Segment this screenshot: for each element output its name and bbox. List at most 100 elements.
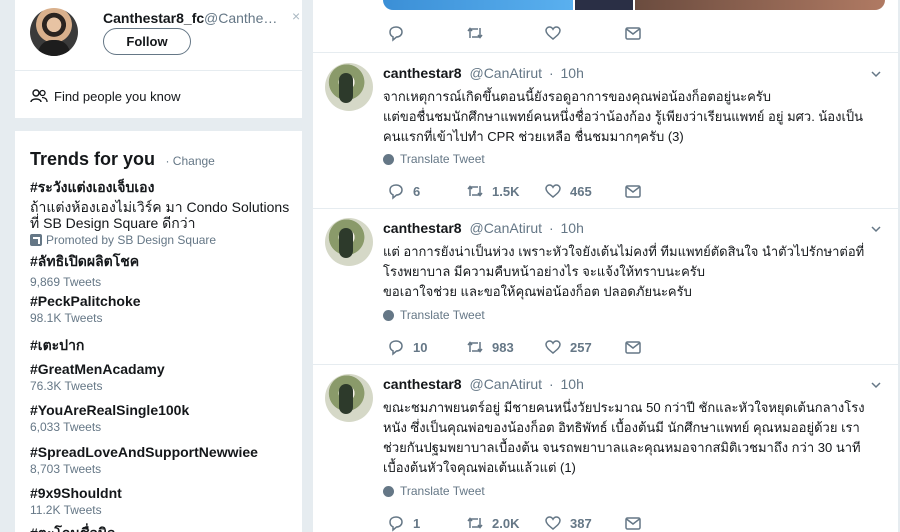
chevron-down-icon[interactable] [871,69,881,79]
people-icon [30,89,48,103]
translate-tweet-link[interactable]: Translate Tweet [383,484,485,498]
promoted-text: Promoted by SB Design Square [46,233,217,247]
tweet-actions: 1 2.0K 387 [383,514,703,532]
retweet-icon [467,27,483,39]
avatar[interactable] [325,63,373,111]
chevron-down-icon[interactable] [871,380,881,390]
tweet-timestamp[interactable]: 10h [561,65,584,81]
follow-button[interactable]: Follow [103,28,191,55]
trend-name: #ตะโกนชื่อนิว [30,523,300,532]
chevron-down-icon[interactable] [871,224,881,234]
like-button[interactable]: 257 [544,338,592,356]
trend-name: #เตะปาก [30,337,85,353]
translate-tweet-link[interactable]: Translate Tweet [383,152,485,166]
trend-name: #9x9Shouldnt [30,485,122,501]
tweet-text-line: เบื้องต้นหัวใจคุณพ่อเต้นแล้วแต่ (1) [383,460,576,475]
retweet-button[interactable]: 1.5K [466,182,519,200]
message-button[interactable] [624,338,642,356]
reply-button[interactable]: 6 [387,182,420,200]
reply-icon [389,340,403,356]
tweet-timestamp[interactable]: 10h [561,376,584,392]
tweet-text-line: ขอเอาใจช่วย และขอให้คุณพ่อน้องก็อต ปลอดภ… [383,284,692,299]
tweet-header: canthestar8 @CanAtirut · 10h [383,376,584,392]
like-button[interactable] [544,24,562,42]
trends-change-link[interactable]: · Change [165,154,214,168]
trend-item[interactable]: #ระวังแต่งเองเจ็บเอง ถ้าแต่งห้องเองไม่เว… [30,177,300,247]
suggested-user-name[interactable]: Canthestar8_fc [103,10,204,26]
translate-label: Translate Tweet [400,152,485,166]
media-image[interactable] [383,0,573,10]
envelope-icon [625,27,641,40]
divider [313,208,898,209]
message-button[interactable] [624,24,642,42]
tweet-author-name[interactable]: canthestar8 [383,65,462,81]
trend-item[interactable]: #เตะปาก [30,335,300,357]
translate-label: Translate Tweet [400,484,485,498]
find-people-link[interactable]: Find people you know [30,88,180,104]
trend-item[interactable]: #YouAreRealSingle100k 6,033 Tweets [30,402,300,434]
message-button[interactable] [624,182,642,200]
tweet-actions: 10 983 257 [383,338,703,358]
tweet-author-name[interactable]: canthestar8 [383,220,462,236]
suggested-user-handle[interactable]: @Canthest... [204,10,284,26]
like-count: 465 [570,183,592,199]
message-button[interactable] [624,514,642,532]
trends-header: Trends for you · Change [30,149,215,170]
reply-count: 1 [413,515,421,531]
retweet-button[interactable]: 983 [466,338,514,356]
heart-icon [545,340,561,354]
media-image[interactable] [635,0,885,10]
avatar[interactable] [325,218,373,266]
reply-button[interactable]: 1 [387,514,420,532]
like-button[interactable]: 465 [544,182,592,200]
tweet-author-name[interactable]: canthestar8 [383,376,462,392]
avatar[interactable] [325,374,373,422]
trend-item[interactable]: #ลัทธิเปิดผลิตโชค 9,869 Tweets [30,251,300,289]
trend-description: ที่ SB Design Square ดีกว่า [30,215,196,231]
tweet[interactable]: canthestar8 @CanAtirut · 10h ขณะชมภาพยนต… [313,374,898,532]
reply-button[interactable]: 10 [387,338,427,356]
trend-item[interactable]: #9x9Shouldnt 11.2K Tweets [30,485,300,517]
trend-name: #YouAreRealSingle100k [30,402,190,418]
like-button[interactable]: 387 [544,514,592,532]
suggested-user-avatar[interactable] [30,8,78,56]
translate-tweet-link[interactable]: Translate Tweet [383,308,485,322]
tweet-text-line: โรงพยาบาล มีความคืบหน้าอย่างไร จะแจ้งให้… [383,264,706,279]
reply-icon [389,26,403,42]
globe-icon [383,309,394,321]
tweet-header: canthestar8 @CanAtirut · 10h [383,65,584,81]
tweet-author-handle[interactable]: @CanAtirut [469,220,542,236]
reply-button[interactable] [387,24,405,42]
tweet[interactable]: canthestar8 @CanAtirut · 10h จากเหตุการณ… [313,63,898,208]
media-image[interactable] [575,0,633,10]
dismiss-icon[interactable]: × [292,8,300,24]
reply-icon [389,516,403,532]
tweet-author-handle[interactable]: @CanAtirut [469,376,542,392]
tweet-timestamp[interactable]: 10h [561,220,584,236]
trends-card: Trends for you · Change #ระวังแต่งเองเจ็… [15,131,302,532]
trend-name: #SpreadLoveAndSupportNewwiee [30,444,258,460]
globe-icon [383,485,394,497]
retweet-button[interactable] [466,24,484,42]
tweet-text-line: แต่ขอชื่นชมนักศึกษาแพทย์คนหนึ่งชื่อว่าน้… [383,109,864,124]
retweet-icon [467,185,483,197]
tweet-header: canthestar8 @CanAtirut · 10h [383,220,584,236]
trend-count: 11.2K Tweets [30,503,102,517]
promoted-icon [30,234,42,246]
heart-icon [545,184,561,198]
retweet-button[interactable]: 2.0K [466,514,519,532]
divider [313,364,898,365]
divider [15,70,302,71]
tweet-actions: 6 1.5K 465 [383,182,703,202]
promoted-label: Promoted by SB Design Square [30,233,300,247]
trend-item[interactable]: #ตะโกนชื่อนิว [30,523,300,532]
trend-item[interactable]: #GreatMenAcadamy 76.3K Tweets [30,361,300,393]
envelope-icon [625,517,641,530]
trend-item[interactable]: #PeckPalitchoke 98.1K Tweets [30,293,300,325]
trend-count: 6,033 Tweets [30,420,102,434]
tweet-media[interactable] [383,0,885,10]
tweet[interactable]: canthestar8 @CanAtirut · 10h แต่ อาการยั… [313,218,898,364]
retweet-icon [467,341,483,353]
tweet-author-handle[interactable]: @CanAtirut [469,65,542,81]
trend-item[interactable]: #SpreadLoveAndSupportNewwiee 8,703 Tweet… [30,444,300,476]
